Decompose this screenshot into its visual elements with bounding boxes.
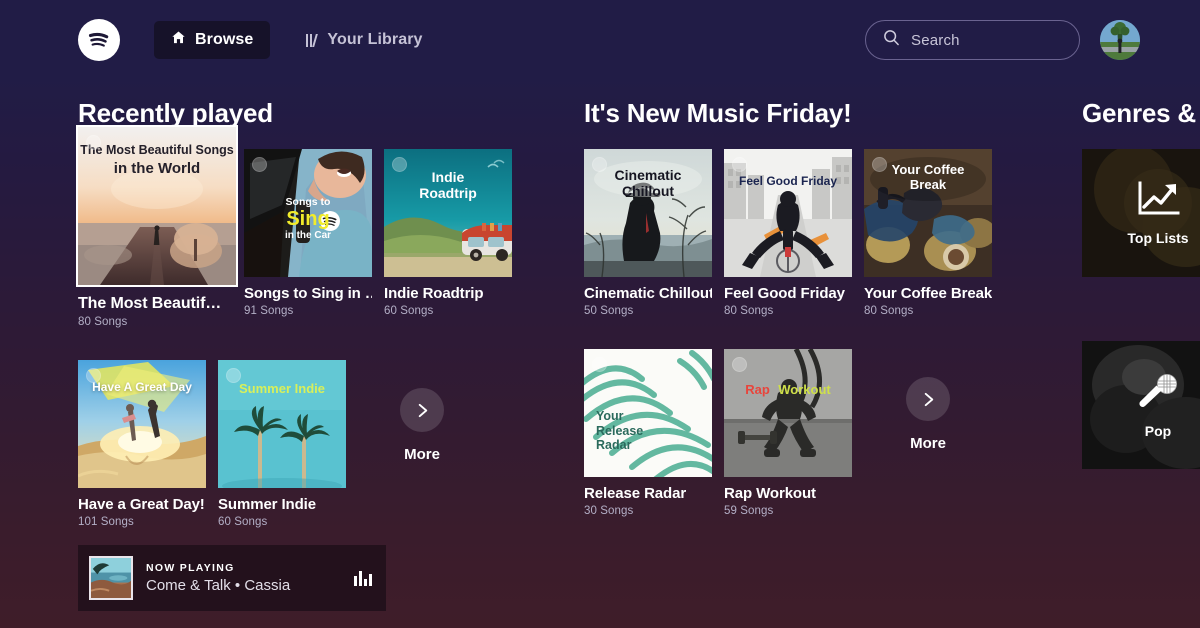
card-song-count: 91 Songs	[244, 305, 294, 318]
now-playing-track: Come & Talk • Cassia	[146, 577, 291, 594]
card-release-radar[interactable]: Your Release Radar Release Radar 30 Song…	[584, 349, 712, 517]
home-icon	[171, 30, 186, 50]
search-placeholder: Search	[911, 31, 960, 49]
album-art: Rap Workout	[724, 349, 852, 478]
more-button-recently-played[interactable]: More	[358, 360, 486, 463]
chevron-right-icon	[906, 377, 950, 422]
more-label: More	[404, 446, 440, 464]
card-song-count: 101 Songs	[78, 516, 134, 529]
section-recently-played: Recently played The Most Beautiful Songs…	[76, 98, 512, 528]
card-song-count: 80 Songs	[724, 305, 774, 318]
card-title: Cinematic Chillout	[584, 285, 712, 303]
art-text-line1: Indie	[431, 169, 465, 186]
art-text-line2: Break	[909, 177, 947, 193]
art-text-line1: Feel Good Friday	[738, 174, 837, 189]
search-input[interactable]: Search	[865, 20, 1080, 60]
art-text-line3: Radar	[596, 438, 632, 453]
genre-tile-label: Pop	[1144, 422, 1172, 439]
chevron-right-icon	[400, 388, 444, 433]
section-new-music-friday: It's New Music Friday! Cinematic Chillou…	[584, 98, 994, 517]
card-song-count: 50 Songs	[584, 305, 634, 318]
art-text-line2: Chillout	[621, 183, 675, 200]
genre-tile-top-lists[interactable]: Top Lists	[1082, 149, 1200, 278]
avatar[interactable]	[1100, 20, 1140, 60]
card-rap-workout[interactable]: Rap Workout Rap Workout 59 Songs	[724, 349, 852, 517]
card-row: Your Release Radar Release Radar 30 Song…	[584, 349, 994, 517]
card-your-coffee-break[interactable]: Your Coffee Break Your Coffee Break 80 S…	[864, 149, 992, 317]
more-button-new-music-friday[interactable]: More	[864, 349, 992, 452]
album-art: Summer Indie	[218, 360, 346, 489]
card-title: Rap Workout	[724, 485, 816, 503]
trending-chart-icon	[1136, 181, 1180, 224]
search-icon	[883, 29, 900, 51]
art-text-line1: Your	[596, 409, 624, 424]
card-song-count: 60 Songs	[384, 305, 434, 318]
genre-tile-label: Top Lists	[1127, 229, 1189, 246]
now-playing-album-art	[89, 556, 133, 600]
card-title: The Most Beautif…	[78, 295, 222, 313]
card-row: Cinematic Chillout Cinematic Chillout 50…	[584, 149, 994, 317]
card-song-count: 30 Songs	[584, 505, 634, 518]
card-songs-to-sing-in-the-car[interactable]: Songs to Sing in the Car Songs to Sing i…	[244, 149, 372, 317]
now-playing-text: NOW PLAYING Come & Talk • Cassia	[146, 562, 341, 594]
art-text-line1: Rap	[745, 382, 770, 398]
album-art: Cinematic Chillout	[584, 149, 712, 278]
card-indie-roadtrip[interactable]: Indie Roadtrip Indie Roadtrip 60 Songs	[384, 149, 512, 317]
card-feel-good-friday[interactable]: Feel Good Friday Feel Good Friday 80 Son…	[724, 149, 852, 317]
more-label: More	[910, 435, 946, 453]
spotify-logo-icon[interactable]	[78, 19, 120, 61]
nav-browse-button[interactable]: Browse	[154, 21, 271, 59]
art-text-line1: Have A Great Day	[92, 380, 192, 395]
genre-row: Pop	[1082, 341, 1200, 470]
nav-library-label: Your Library	[327, 31, 423, 48]
nav-browse-label: Browse	[195, 31, 254, 48]
card-title: Release Radar	[584, 485, 687, 503]
card-have-a-great-day[interactable]: Have A Great Day Have a Great Day! 101 S…	[78, 360, 206, 528]
card-song-count: 80 Songs	[864, 305, 914, 318]
card-song-count: 59 Songs	[724, 505, 774, 518]
art-text-line2: Sing	[286, 208, 330, 231]
section-title-recently-played: Recently played	[78, 98, 273, 128]
art-text-line3: in the Car	[284, 230, 332, 242]
art-text-line1: Songs to	[285, 196, 331, 209]
card-row: Have A Great Day Have a Great Day! 101 S…	[78, 360, 488, 528]
album-art: Songs to Sing in the Car	[244, 149, 372, 278]
album-art: The Most Beautiful Songs in the World	[76, 125, 238, 288]
genre-tile-pop[interactable]: Pop	[1082, 341, 1200, 470]
card-title: Summer Indie	[218, 496, 316, 514]
card-song-count: 80 Songs	[78, 316, 128, 329]
card-title: Have a Great Day!	[78, 496, 205, 514]
card-title: Indie Roadtrip	[384, 285, 484, 303]
card-song-count: 60 Songs	[218, 516, 268, 529]
card-title: Your Coffee Break	[864, 285, 992, 303]
card-row: The Most Beautiful Songs in the World Th…	[76, 125, 512, 328]
card-cinematic-chillout[interactable]: Cinematic Chillout Cinematic Chillout 50…	[584, 149, 712, 317]
art-text-line2: Workout	[778, 382, 831, 398]
nav-your-library-button[interactable]: Your Library	[302, 21, 426, 59]
now-playing-bar[interactable]: NOW PLAYING Come & Talk • Cassia	[78, 545, 386, 611]
microphone-icon	[1136, 372, 1180, 417]
art-text-line2: Release	[596, 423, 644, 438]
album-art: Indie Roadtrip	[384, 149, 512, 278]
equalizer-icon	[354, 570, 372, 586]
album-art: Your Release Radar	[584, 349, 712, 478]
now-playing-label: NOW PLAYING	[146, 562, 235, 574]
card-summer-indie[interactable]: Summer Indie Summer Indie 60 Songs	[218, 360, 346, 528]
album-art: Have A Great Day	[78, 360, 206, 489]
top-navigation-bar: Browse Your Library Search	[0, 0, 1200, 80]
art-text-line2: Roadtrip	[419, 185, 477, 202]
library-bars-icon	[306, 33, 319, 47]
album-art: Feel Good Friday	[724, 149, 852, 278]
card-the-most-beautiful-songs[interactable]: The Most Beautiful Songs in the World Th…	[76, 125, 238, 329]
section-genres-and-moods: Genres & M Top Lists	[1082, 98, 1200, 470]
art-text-line1: The Most Beautiful Songs	[80, 143, 234, 158]
card-title: Songs to Sing in …	[244, 285, 372, 303]
art-text-line1: Summer Indie	[239, 381, 325, 397]
album-art: Your Coffee Break	[864, 149, 992, 278]
section-title-new-music-friday: It's New Music Friday!	[584, 98, 852, 128]
card-title: Feel Good Friday	[724, 285, 845, 303]
art-text-line2: in the World	[113, 159, 201, 177]
genre-row: Top Lists	[1082, 149, 1200, 278]
section-title-genres: Genres & M	[1082, 98, 1200, 128]
